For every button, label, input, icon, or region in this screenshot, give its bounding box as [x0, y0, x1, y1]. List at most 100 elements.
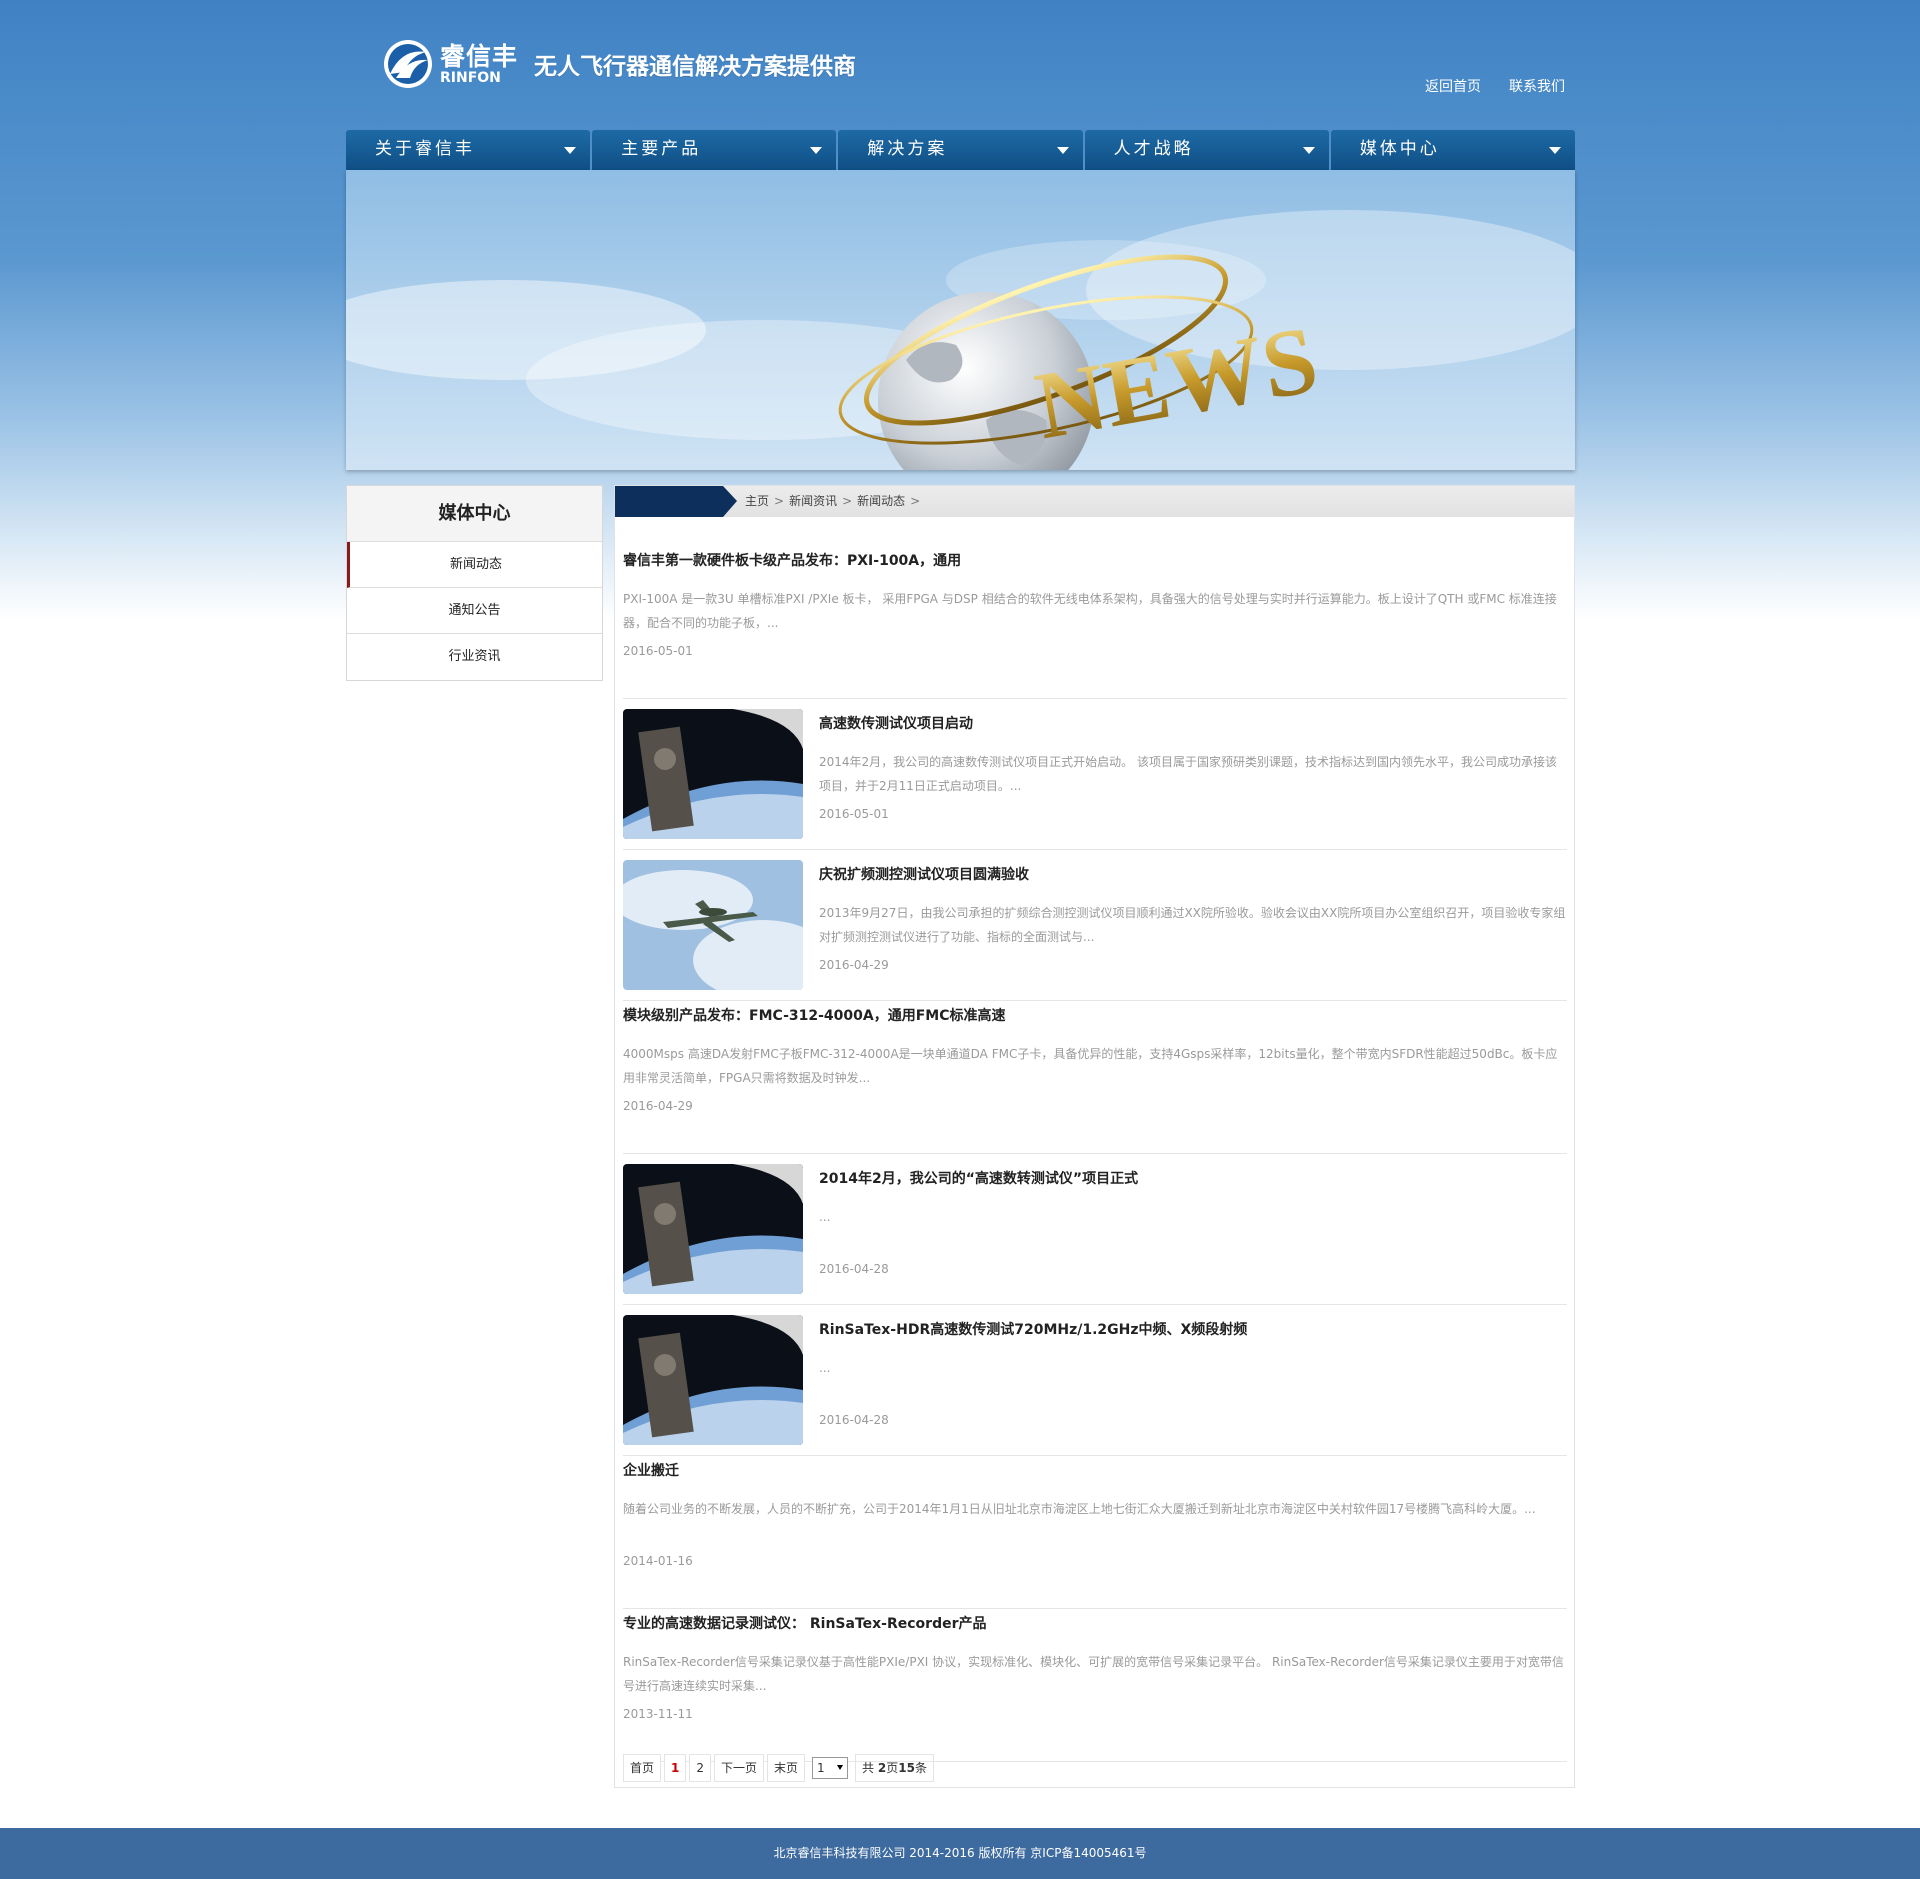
news-summary: 随着公司业务的不断发展，人员的不断扩充，公司于2014年1月1日从旧址北京市海淀… [623, 1502, 1536, 1516]
news-body: RinSaTex-HDR高速数传测试720MHz/1.2GHz中频、X频段射频 … [819, 1320, 1567, 1428]
breadcrumb-separator: > [842, 494, 853, 508]
pager-items-unit: 条 [914, 1761, 927, 1775]
news-summary: RinSaTex-Recorder信号采集记录仪基于高性能PXIe/PXI 协议… [623, 1655, 1564, 1693]
news-date: 2016-05-01 [819, 807, 889, 821]
breadcrumb: 主页 > 新闻资讯 > 新闻动态 > [745, 486, 925, 517]
news-item: 高速数传测试仪项目启动 2014年2月，我公司的高速数传测试仪项目正式开始启动。… [623, 699, 1567, 850]
satellite-photo-icon [623, 1164, 803, 1294]
breadcrumb-tab [615, 486, 737, 517]
chevron-down-icon [1302, 147, 1315, 154]
logo-cn-name: 睿信丰 [440, 41, 519, 71]
pager-last[interactable]: 末页 [767, 1754, 806, 1782]
sidebar-item-industry[interactable]: 行业资讯 [347, 634, 602, 680]
news-date: 2014-01-16 [623, 1554, 693, 1568]
news-summary: 4000Msps 高速DA发射FMC子板FMC-312-4000A是一块单通道D… [623, 1047, 1558, 1085]
nav-products[interactable]: 主要产品 [592, 130, 837, 170]
copyright-text: 北京睿信丰科技有限公司 2014-2016 版权所有 京ICP备14005461… [773, 1846, 1147, 1860]
dropdown-arrow-icon [837, 1765, 844, 1770]
news-date: 2016-05-01 [623, 644, 693, 658]
pager-next[interactable]: 下一页 [714, 1754, 765, 1782]
news-thumbnail[interactable] [623, 1164, 803, 1294]
news-item: RinSaTex-HDR高速数传测试720MHz/1.2GHz中频、X频段射频 … [623, 1305, 1567, 1456]
news-thumbnail[interactable] [623, 1315, 803, 1445]
breadcrumb-home[interactable]: 主页 [745, 494, 769, 508]
page-select[interactable]: 1 [812, 1757, 849, 1779]
sidebar: 媒体中心 新闻动态 通知公告 行业资讯 [346, 485, 603, 681]
pager-total-items: 15 [898, 1761, 915, 1775]
chevron-down-icon [564, 147, 577, 154]
news-title[interactable]: RinSaTex-HDR高速数传测试720MHz/1.2GHz中频、X频段射频 [819, 1320, 1567, 1340]
breadcrumb-separator: > [774, 494, 785, 508]
news-title[interactable]: 睿信丰第一款硬件板卡级产品发布：PXI-100A，通用 [623, 551, 1567, 571]
news-summary: ... [819, 1210, 831, 1224]
chevron-down-icon [1549, 147, 1562, 154]
news-date: 2016-04-28 [819, 1413, 889, 1427]
pager-page-1[interactable]: 1 [664, 1754, 687, 1782]
news-title[interactable]: 企业搬迁 [623, 1461, 1567, 1481]
rinfon-logo-icon [384, 40, 432, 88]
news-summary: PXI-100A 是一款3U 单槽标准PXI /PXIe 板卡， 采用FPGA … [623, 592, 1557, 630]
top-links: 返回首页 联系我们 [1425, 76, 1565, 96]
news-item: 睿信丰第一款硬件板卡级产品发布：PXI-100A，通用 PXI-100A 是一款… [623, 546, 1567, 699]
site-slogan: 无人飞行器通信解决方案提供商 [534, 54, 857, 80]
site-logo[interactable]: 睿信丰 RINFON 无人飞行器通信解决方案提供商 [382, 36, 856, 92]
news-title[interactable]: 2014年2月，我公司的“高速数转测试仪”项目正式 [819, 1169, 1567, 1189]
news-title[interactable]: 专业的高速数据记录测试仪： RinSaTex-Recorder产品 [623, 1614, 1567, 1634]
news-body: 高速数传测试仪项目启动 2014年2月，我公司的高速数传测试仪项目正式开始启动。… [819, 714, 1567, 822]
news-date: 2016-04-29 [819, 958, 889, 972]
pager-first[interactable]: 首页 [623, 1754, 662, 1782]
news-item: 企业搬迁 随着公司业务的不断发展，人员的不断扩充，公司于2014年1月1日从旧址… [623, 1456, 1567, 1609]
news-item: 庆祝扩频测控测试仪项目圆满验收 2013年9月27日，由我公司承担的扩频综合测控… [623, 850, 1567, 1001]
news-date: 2013-11-11 [623, 1707, 693, 1721]
logo-text: 睿信丰 RINFON [440, 44, 518, 85]
main-content: 主页 > 新闻资讯 > 新闻动态 > 睿信丰第一款硬件板卡级产品发布：PXI-100A，通… [614, 485, 1575, 1788]
sidebar-item-notices[interactable]: 通知公告 [347, 588, 602, 634]
pager-page-2[interactable]: 2 [689, 1754, 712, 1782]
news-body: 企业搬迁 随着公司业务的不断发展，人员的不断扩充，公司于2014年1月1日从旧址… [623, 1461, 1567, 1569]
nav-media[interactable]: 媒体中心 [1330, 130, 1576, 170]
news-title[interactable]: 高速数传测试仪项目启动 [819, 714, 1567, 734]
breadcrumb-separator: > [910, 494, 921, 508]
satellite-photo-icon [623, 709, 803, 839]
pager-total-pages: 2 [877, 1761, 887, 1775]
pagination: 首页 1 2 下一页 末页 1 共 2页15条 [623, 1754, 934, 1782]
nav-solutions[interactable]: 解决方案 [838, 130, 1083, 170]
news-body: 2014年2月，我公司的“高速数转测试仪”项目正式 ... 2016-04-28 [819, 1169, 1567, 1277]
chevron-down-icon [810, 147, 823, 154]
pager-total: 共 2页15条 [855, 1754, 934, 1782]
news-title[interactable]: 模块级别产品发布：FMC-312-4000A，通用FMC标准高速 [623, 1006, 1567, 1026]
nav-about[interactable]: 关于睿信丰 [346, 130, 591, 170]
news-body: 模块级别产品发布：FMC-312-4000A，通用FMC标准高速 4000Msp… [623, 1006, 1567, 1114]
pager-pages-unit: 页 [886, 1761, 899, 1775]
news-summary: ... [819, 1361, 831, 1375]
breadcrumb-news[interactable]: 新闻资讯 [789, 494, 837, 508]
nav-products-label: 主要产品 [621, 139, 702, 159]
nav-talent-label: 人才战略 [1113, 139, 1194, 159]
breadcrumb-news-updates[interactable]: 新闻动态 [857, 494, 905, 508]
news-banner-image: NEWS [346, 170, 1575, 470]
news-thumbnail[interactable] [623, 860, 803, 990]
home-link[interactable]: 返回首页 [1425, 76, 1481, 96]
nav-solutions-label: 解决方案 [867, 139, 948, 159]
satellite-photo-icon [623, 1315, 803, 1445]
news-banner: NEWS [346, 170, 1575, 470]
news-summary: 2014年2月，我公司的高速数传测试仪项目正式开始启动。 该项目属于国家预研类别… [819, 755, 1557, 793]
news-body: 庆祝扩频测控测试仪项目圆满验收 2013年9月27日，由我公司承担的扩频综合测控… [819, 865, 1567, 973]
news-thumbnail[interactable] [623, 709, 803, 839]
news-title[interactable]: 庆祝扩频测控测试仪项目圆满验收 [819, 865, 1567, 885]
news-date: 2016-04-29 [623, 1099, 693, 1113]
nav-about-label: 关于睿信丰 [375, 139, 475, 159]
aircraft-photo-icon [623, 860, 803, 990]
pager-total-prefix: 共 [862, 1761, 875, 1775]
sidebar-item-news[interactable]: 新闻动态 [347, 542, 602, 588]
news-item: 专业的高速数据记录测试仪： RinSaTex-Recorder产品 RinSaT… [623, 1609, 1567, 1762]
sidebar-title: 媒体中心 [347, 486, 602, 542]
contact-link[interactable]: 联系我们 [1509, 76, 1565, 96]
main-nav: 关于睿信丰 主要产品 解决方案 人才战略 媒体中心 [346, 130, 1576, 170]
news-item: 模块级别产品发布：FMC-312-4000A，通用FMC标准高速 4000Msp… [623, 1001, 1567, 1154]
news-summary: 2013年9月27日，由我公司承担的扩频综合测控测试仪项目顺利通过XX院所验收。… [819, 906, 1566, 944]
nav-media-label: 媒体中心 [1359, 139, 1440, 159]
logo-en-name: RINFON [440, 69, 501, 86]
nav-talent[interactable]: 人才战略 [1084, 130, 1329, 170]
news-body: 专业的高速数据记录测试仪： RinSaTex-Recorder产品 RinSaT… [623, 1614, 1567, 1722]
